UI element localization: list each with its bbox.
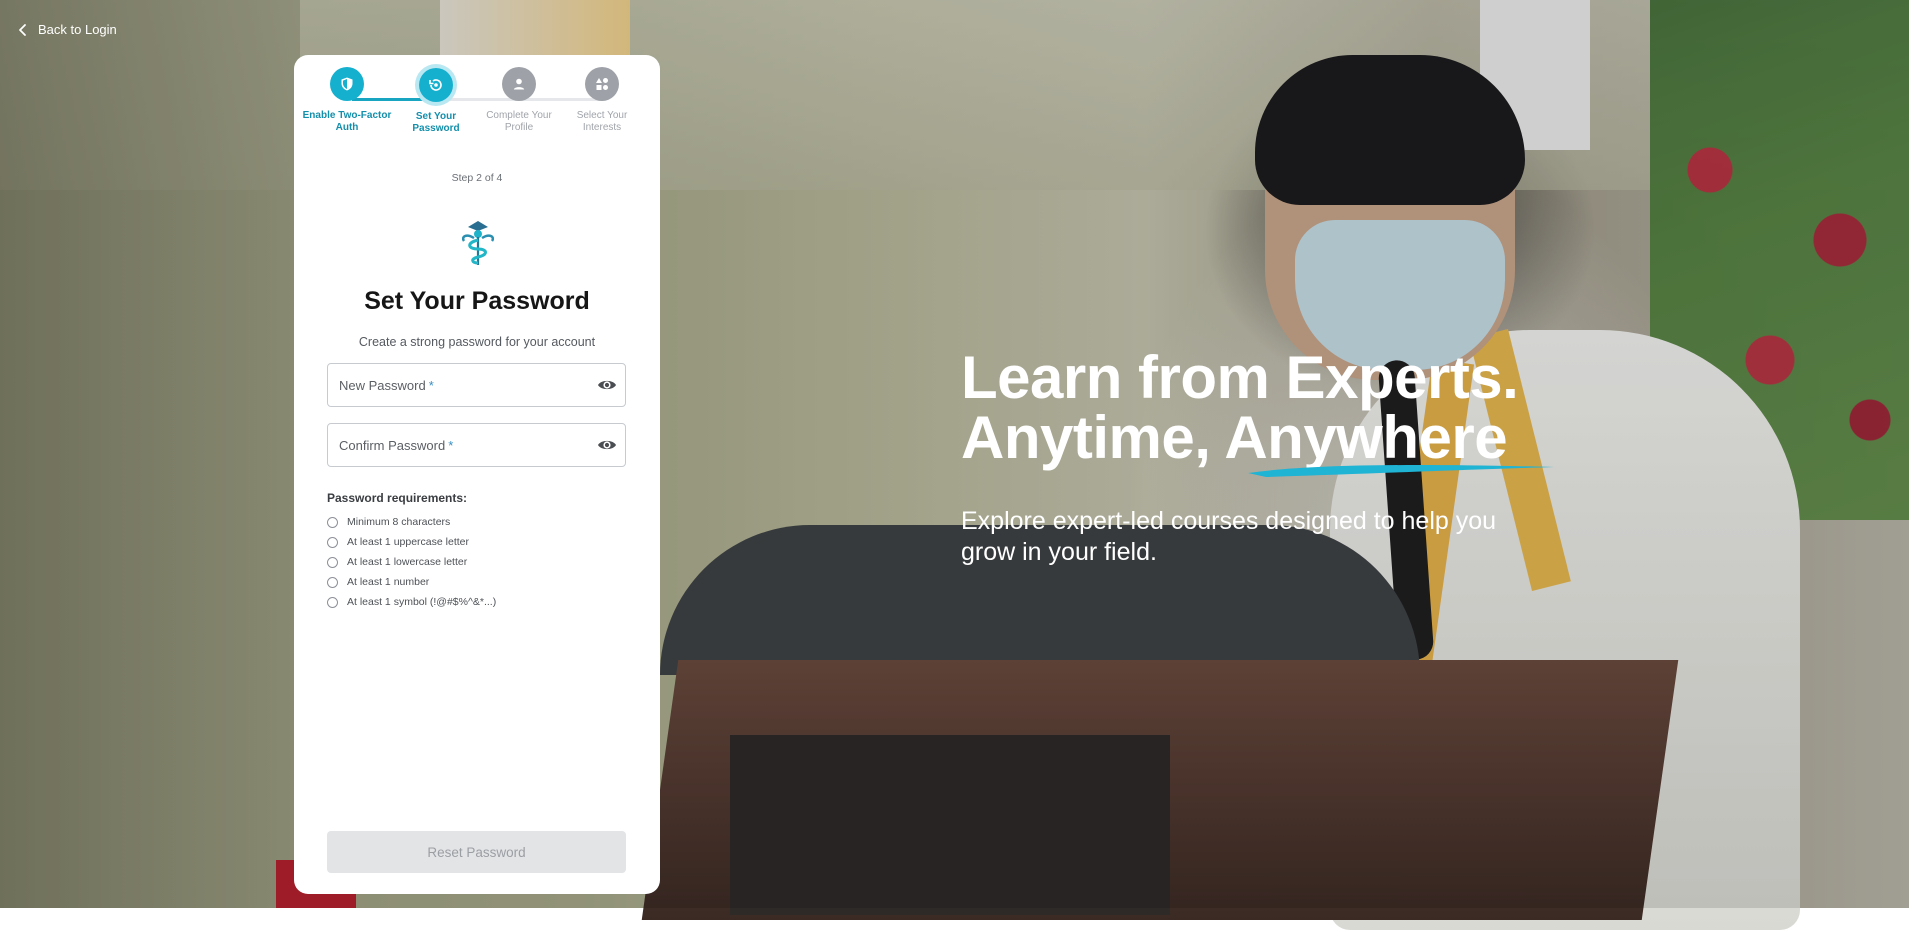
required-mark: * (428, 377, 434, 393)
step-label: Complete Your Profile (486, 110, 552, 133)
requirement-item: At least 1 number (327, 572, 496, 592)
page-title: Set Your Password (364, 287, 590, 315)
step-label: Enable Two-Factor Auth (302, 110, 392, 133)
password-setup-card: Enable Two-Factor Auth Set Your Password… (294, 55, 660, 894)
hero-headline-line1: Learn from Experts. (961, 344, 1519, 411)
step-enable-two-factor[interactable]: Enable Two-Factor Auth (302, 67, 392, 134)
new-password-label: New Password (339, 377, 426, 393)
confirm-password-label: Confirm Password (339, 437, 446, 453)
back-to-login-link[interactable]: Back to Login (16, 22, 117, 37)
step-label: Select Your Interests (576, 110, 628, 133)
hero-description: Explore expert-led courses designed to h… (961, 507, 1497, 566)
step-set-password[interactable]: Set Your Password (391, 68, 481, 135)
requirement-status-icon (327, 556, 338, 568)
step-complete-profile[interactable]: Complete Your Profile (474, 67, 564, 134)
step-label: Set Your Password (412, 111, 460, 134)
requirement-status-icon (327, 516, 338, 528)
requirement-status-icon (327, 536, 338, 548)
back-to-login-label: Back to Login (38, 22, 117, 37)
shield-icon (341, 77, 353, 91)
brand-logo-icon (461, 221, 495, 265)
requirement-item: Minimum 8 characters (327, 512, 496, 532)
requirement-item: At least 1 uppercase letter (327, 532, 496, 552)
category-icon (596, 78, 608, 90)
step-select-interests[interactable]: Select Your Interests (557, 67, 647, 134)
requirements-title: Password requirements: (327, 491, 468, 505)
requirement-status-icon (327, 596, 338, 608)
chevron-left-icon (19, 23, 26, 36)
background-photo (0, 0, 1909, 930)
person-icon (513, 78, 525, 90)
required-mark: * (448, 437, 454, 453)
hero-section: Learn from Experts. Anytime, Anywhere Ex… (961, 348, 1561, 568)
key-reset-icon (429, 79, 442, 91)
requirement-status-icon (327, 576, 338, 588)
show-confirm-password-eye-icon[interactable] (597, 435, 617, 455)
page-subtitle: Create a strong password for your accoun… (358, 335, 596, 349)
hero-headline: Learn from Experts. Anytime, Anywhere (961, 348, 1561, 468)
reset-password-button[interactable]: Reset Password (327, 831, 626, 873)
requirement-item: At least 1 lowercase letter (327, 552, 496, 572)
show-password-eye-icon[interactable] (597, 375, 617, 395)
step-count: Step 2 of 4 (451, 172, 503, 184)
brush-underline-icon (1248, 465, 1554, 477)
new-password-field[interactable]: New Password * (327, 363, 626, 407)
requirements-list: Minimum 8 characters At least 1 uppercas… (327, 512, 496, 612)
requirement-item: At least 1 symbol (!@#$%^&*...) (327, 592, 496, 612)
confirm-password-field[interactable]: Confirm Password * (327, 423, 626, 467)
onboarding-stepper: Enable Two-Factor Auth Set Your Password… (294, 55, 660, 195)
